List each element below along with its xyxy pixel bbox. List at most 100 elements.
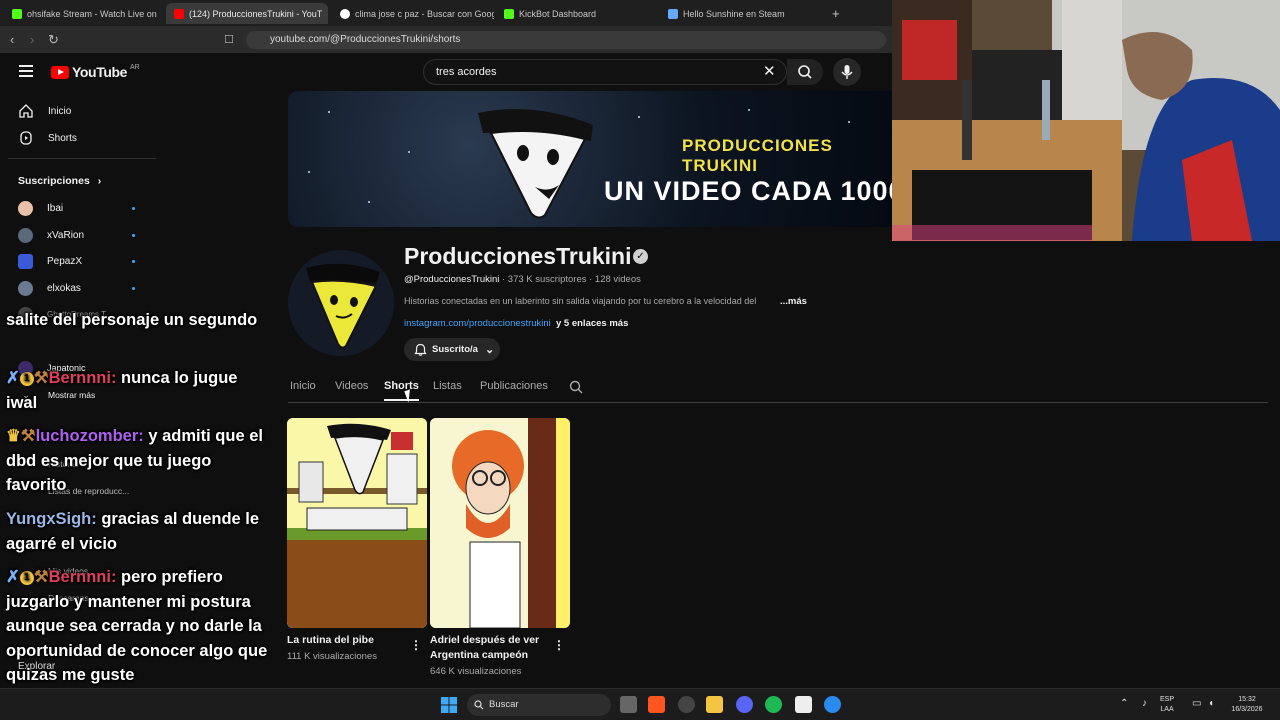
browser-tab-steam[interactable]: Hello Sunshine en Steam xyxy=(660,3,822,24)
verified-icon: ✓ xyxy=(633,249,648,264)
subscriptions-label: Suscripciones xyxy=(18,175,90,187)
discord-icon[interactable] xyxy=(736,696,753,713)
tab-listas[interactable]: Listas xyxy=(433,380,462,392)
chat-username: luchozomber: xyxy=(35,427,144,445)
reload-icon[interactable]: ↻ xyxy=(48,32,59,48)
voice-search-button[interactable] xyxy=(833,58,861,86)
subscriptions-heading[interactable]: Suscripciones › xyxy=(18,172,101,190)
short-thumbnail[interactable] xyxy=(430,418,570,628)
sidebar-sub-pepazx[interactable]: PepazX xyxy=(18,252,82,270)
star-decoration xyxy=(848,121,850,123)
banner-title: PRODUCCIONES TRUKINI xyxy=(682,136,833,175)
more-links[interactable]: y 5 enlaces más xyxy=(556,318,628,329)
chat-message: ✗ 1 ⚒Bernnni: pero prefiero juzgarlo y man… xyxy=(6,565,268,688)
browser-tab-youtube[interactable]: (124) ProduccionesTrukini - YouT ✕ xyxy=(166,3,328,24)
url-field[interactable]: youtube.com/@ProduccionesTrukini/shorts xyxy=(246,31,886,49)
channel-tabs: Inicio Videos Shorts Listas Publicacione… xyxy=(288,377,1268,403)
windows-start-icon[interactable] xyxy=(441,697,457,713)
file-explorer-icon[interactable] xyxy=(706,696,723,713)
search-icon[interactable] xyxy=(568,379,584,395)
sidebar-sub-elxokas[interactable]: elxokas xyxy=(18,279,81,297)
new-content-dot xyxy=(132,207,135,210)
tab-title: Hello Sunshine en Steam xyxy=(683,8,785,19)
shorts-icon xyxy=(18,130,34,146)
kick-icon xyxy=(12,8,22,19)
sidebar-item-label: Shorts xyxy=(48,132,77,144)
star-decoration xyxy=(308,171,310,173)
sub-name: Ibai xyxy=(47,202,64,214)
channel-avatar[interactable] xyxy=(288,250,394,356)
search-icon xyxy=(474,700,484,710)
search-input[interactable]: tres acordes xyxy=(423,59,787,85)
tab-publicaciones[interactable]: Publicaciones xyxy=(480,380,548,392)
network-icon[interactable]: ▭ xyxy=(1192,699,1201,709)
description-more-link[interactable]: ...más xyxy=(780,296,807,307)
forward-icon[interactable]: › xyxy=(30,32,34,47)
banner-character-illustration xyxy=(478,109,593,219)
browser-tab-bar: ohsifake Stream - Watch Live on (124) Pr… xyxy=(0,0,892,26)
channel-description[interactable]: Historias conectadas en un laberinto sin… xyxy=(404,296,784,306)
subscribe-label: Suscrito/a xyxy=(432,344,478,355)
capcut-icon[interactable] xyxy=(795,696,812,713)
search-button[interactable] xyxy=(787,59,823,85)
country-code: AR xyxy=(130,63,140,71)
chat-username: Bernnni: xyxy=(48,568,117,586)
sidebar-sub-ibai[interactable]: Ibai xyxy=(18,199,63,217)
app-icon[interactable] xyxy=(678,696,695,713)
browser-tab-kickbot[interactable]: KickBot Dashboard xyxy=(496,3,656,24)
tab-title: clima jose c paz - Buscar con Google xyxy=(355,8,494,19)
tab-inicio[interactable]: Inicio xyxy=(290,380,316,392)
channel-link[interactable]: instagram.com/produccionestrukini xyxy=(404,318,551,329)
taskbar-search[interactable]: Buscar xyxy=(467,694,611,716)
short-thumbnail[interactable] xyxy=(287,418,427,628)
app-icon[interactable] xyxy=(824,696,841,713)
chevron-down-icon: ⌄ xyxy=(484,344,495,356)
chat-message: ✗ 1 ⚒Bernnni: nunca lo jugue iwal xyxy=(6,366,268,415)
brave-browser-icon[interactable] xyxy=(648,696,665,713)
webcam-image xyxy=(892,0,1280,241)
back-icon[interactable]: ‹ xyxy=(10,32,14,47)
chat-text: salite del personaje un segundo xyxy=(6,311,258,329)
chevron-up-icon[interactable]: ⌃ xyxy=(1120,699,1128,709)
short-thumbnail-illustration xyxy=(430,418,570,628)
language-indicator[interactable]: ESP LAA xyxy=(1160,695,1174,715)
close-tab-icon[interactable]: ✕ xyxy=(327,8,328,19)
subscribed-button[interactable]: Suscrito/a ⌄ xyxy=(404,338,500,361)
channel-stats: · 373 K suscriptores · 128 videos xyxy=(502,274,641,285)
chat-message: salite del personaje un segundo xyxy=(6,308,268,333)
youtube-header: YouTube AR tres acordes ✕ xyxy=(0,53,892,91)
search-icon xyxy=(798,65,812,79)
pickaxe-badge-icon: ⚒ xyxy=(33,568,49,586)
youtube-logo[interactable]: YouTube AR xyxy=(51,64,140,80)
more-options-icon[interactable]: ⋮ xyxy=(410,638,422,652)
avatar xyxy=(18,280,33,296)
new-tab-button[interactable]: + xyxy=(824,3,846,24)
microphone-icon[interactable]: ♪ xyxy=(1142,699,1147,709)
avatar xyxy=(18,253,33,269)
youtube-play-icon xyxy=(51,65,69,79)
webcam-overlay xyxy=(892,0,1280,241)
tab-videos[interactable]: Videos xyxy=(335,380,368,392)
browser-tab-google[interactable]: clima jose c paz - Buscar con Google xyxy=(332,3,494,24)
channel-handle: @ProduccionesTrukini xyxy=(404,274,500,285)
volume-icon[interactable]: ◖ xyxy=(1208,699,1214,709)
task-view-icon[interactable] xyxy=(620,696,637,713)
google-icon xyxy=(340,8,350,19)
star-decoration xyxy=(748,109,750,111)
clear-search-icon[interactable]: ✕ xyxy=(763,62,776,80)
spotify-icon[interactable] xyxy=(765,696,782,713)
sidebar-item-inicio[interactable]: Inicio xyxy=(18,102,71,120)
bookmark-icon[interactable]: ☐ xyxy=(224,33,234,46)
browser-tab-kick[interactable]: ohsifake Stream - Watch Live on xyxy=(4,3,164,24)
channel-banner: PRODUCCIONES TRUKINI UN VIDEO CADA 1000 … xyxy=(288,91,892,227)
clock[interactable]: 15:32 16/3/2026 xyxy=(1224,695,1270,715)
more-options-icon[interactable]: ⋮ xyxy=(553,638,565,652)
star-decoration xyxy=(328,111,330,113)
sidebar-sub-xvarion[interactable]: xVaRion xyxy=(18,226,84,244)
short-title[interactable]: Adriel después de ver Argentina campeón xyxy=(430,633,550,663)
chat-message: ♛⚒luchozomber: y admiti que el dbd es me… xyxy=(6,424,268,498)
menu-icon[interactable] xyxy=(19,65,33,77)
short-title[interactable]: La rutina del pibe xyxy=(287,633,407,648)
pickaxe-badge-icon: ⚒ xyxy=(20,427,36,445)
sidebar-item-shorts[interactable]: Shorts xyxy=(18,129,77,147)
